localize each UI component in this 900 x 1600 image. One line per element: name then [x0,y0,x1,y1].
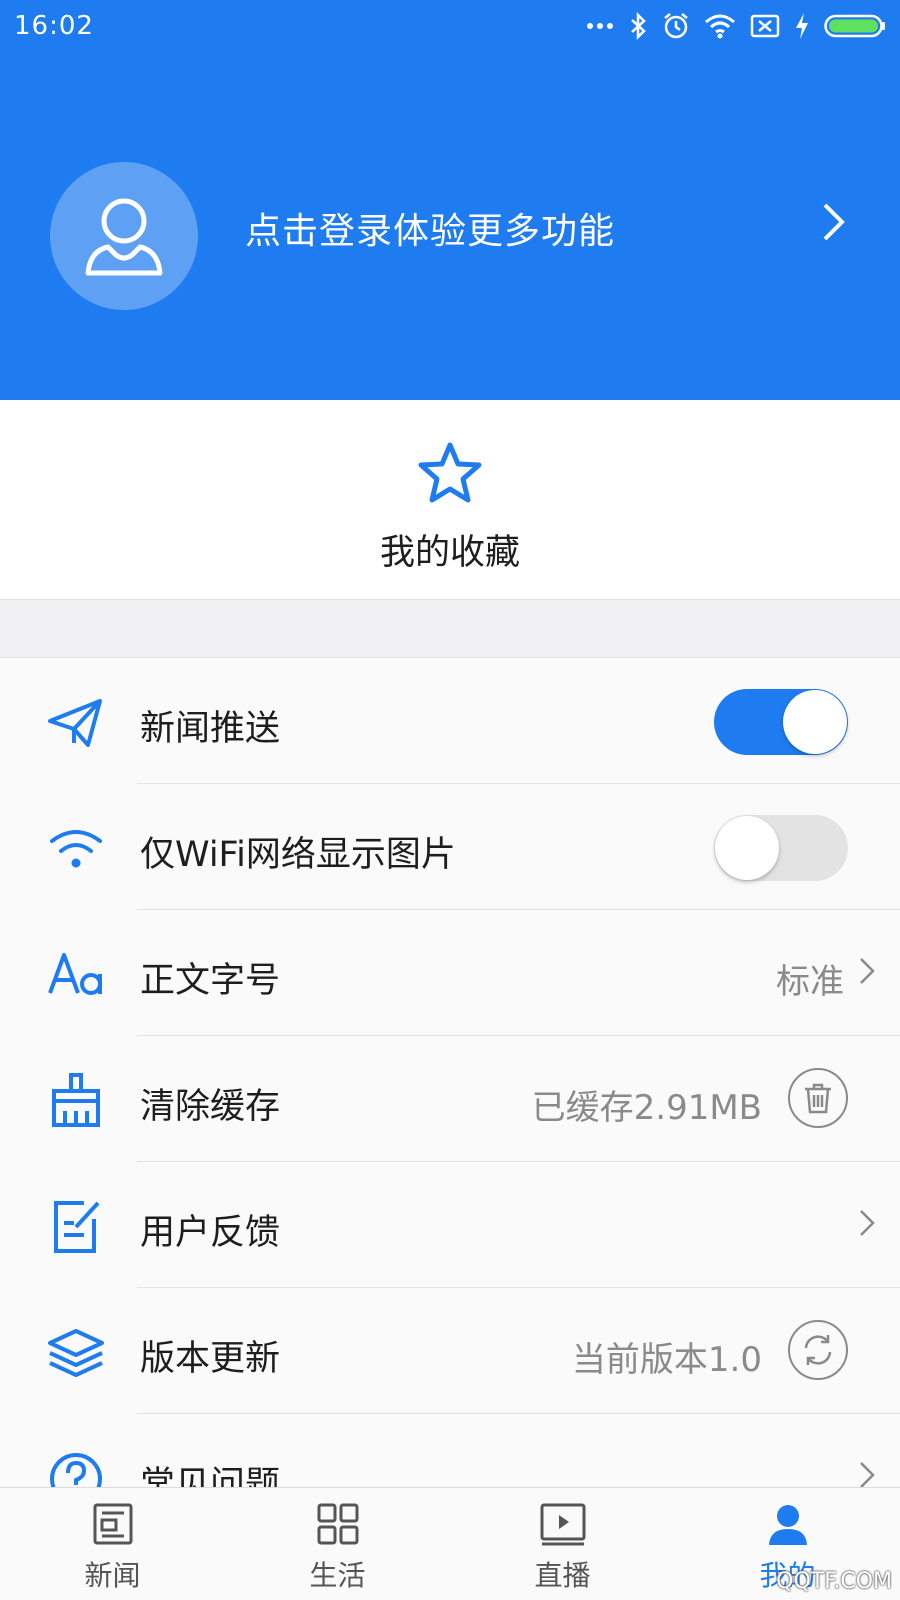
settings-list: 新闻推送 仅WiFi网络显示图片 正文字号 标准 清除缓存 已缓存2.91MB … [0,657,900,1487]
refresh-icon [804,1335,832,1365]
news-push-toggle[interactable] [714,689,848,755]
clear-cache-button[interactable] [788,1068,848,1128]
setting-label: 清除缓存 [140,1087,281,1127]
setting-label: 仅WiFi网络显示图片 [140,835,456,875]
setting-news-push: 新闻推送 [0,658,900,784]
status-bar: 16:02 [0,0,900,52]
login-header[interactable]: 点击登录体验更多功能 [0,52,900,400]
tab-label: 生活 [309,1559,366,1592]
tab-life[interactable]: 生活 [225,1488,450,1600]
paper-plane-icon [48,699,102,747]
setting-version: 版本更新 当前版本1.0 [0,1288,900,1414]
toggle-knob [715,816,779,880]
check-update-button[interactable] [788,1320,848,1380]
setting-clear-cache: 清除缓存 已缓存2.91MB [0,1036,900,1162]
tab-label: 直播 [534,1559,591,1592]
no-sim-icon [750,14,780,38]
font-size-value: 标准 [776,962,844,1002]
user-icon [768,1505,807,1545]
broom-icon [52,1073,100,1127]
more-dots-icon [587,23,613,29]
setting-wifi-images: 仅WiFi网络显示图片 [0,784,900,910]
chevron-right-icon [860,958,875,984]
font-size-icon [48,953,102,995]
edit-note-icon [54,1201,100,1253]
setting-font-size[interactable]: 正文字号 标准 [0,910,900,1036]
wifi-icon [50,830,102,868]
chevron-right-icon [860,1210,875,1236]
bottom-tab-bar: 新闻 生活 直播 我的 QQTF.COM [0,1487,900,1600]
trash-icon [805,1083,831,1114]
grid-icon [317,1503,358,1545]
bluetooth-icon [631,12,646,40]
status-time: 16:02 [14,11,94,41]
chevron-right-icon[interactable] [822,202,846,242]
avatar[interactable] [50,162,198,310]
version-value: 当前版本1.0 [571,1340,762,1380]
play-icon [540,1503,585,1546]
setting-feedback[interactable]: 用户反馈 [0,1162,900,1288]
cache-size-value: 已缓存2.91MB [531,1088,762,1128]
wifi-icon [705,14,735,39]
toggle-knob [783,690,847,754]
setting-faq[interactable]: 常见问题 [0,1414,900,1487]
layers-icon [48,1329,104,1377]
alarm-icon [664,13,688,39]
newspaper-icon [93,1503,132,1545]
star-icon [418,442,482,503]
user-avatar-icon [85,198,163,276]
setting-label: 用户反馈 [140,1213,281,1253]
login-prompt[interactable]: 点击登录体验更多功能 [245,202,615,254]
setting-label: 版本更新 [140,1339,281,1379]
setting-label: 常见问题 [140,1465,281,1487]
tab-news[interactable]: 新闻 [0,1488,225,1600]
battery-icon [824,14,885,38]
setting-label: 正文字号 [140,961,281,1001]
watermark: QQTF.COM [776,1569,892,1594]
favorites-section[interactable]: 我的收藏 [0,400,900,600]
setting-label: 新闻推送 [140,709,281,749]
tab-label: 新闻 [84,1559,141,1592]
tab-live[interactable]: 直播 [450,1488,675,1600]
favorites-label: 我的收藏 [379,533,520,573]
charging-icon [796,13,808,39]
question-icon [50,1453,102,1487]
chevron-right-icon [860,1462,875,1487]
wifi-images-toggle[interactable] [714,815,848,881]
status-icons [586,12,886,40]
